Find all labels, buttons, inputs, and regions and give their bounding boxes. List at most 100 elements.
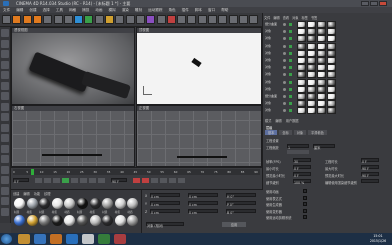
- material-tag-thumbnail[interactable]: [327, 42, 336, 50]
- left-tool-icon[interactable]: [1, 144, 9, 153]
- material-tag-thumbnail[interactable]: [327, 85, 336, 93]
- material-tag-thumbnail[interactable]: [297, 21, 306, 28]
- toolbar-tool-icon[interactable]: [177, 15, 187, 24]
- material-tag-thumbnail[interactable]: [317, 49, 326, 57]
- material-tag-thumbnail[interactable]: [307, 49, 316, 57]
- attr-field[interactable]: 100 %: [293, 179, 311, 185]
- check-icon[interactable]: [289, 95, 292, 98]
- attr-field[interactable]: 0 F: [361, 158, 379, 164]
- toolbar-tool-icon[interactable]: [249, 15, 259, 24]
- coord-field[interactable]: P 0°: [226, 201, 256, 207]
- material-ball[interactable]: [127, 198, 139, 209]
- visibility-dots[interactable]: [283, 59, 286, 62]
- material-tag-thumbnail[interactable]: [317, 42, 326, 50]
- checkbox[interactable]: [303, 202, 307, 206]
- check-icon[interactable]: [289, 37, 292, 41]
- material-tag-thumbnail[interactable]: [317, 107, 326, 115]
- material-tag-thumbnail[interactable]: [327, 21, 336, 28]
- material-ball[interactable]: [77, 198, 88, 209]
- left-tool-icon[interactable]: [1, 102, 9, 111]
- material-tag-thumbnail[interactable]: [297, 42, 306, 50]
- timeline-ruler[interactable]: 0 5 10 15 20 25 30 35 40 45 50 55 60 65 70 75 80 85 90: [13, 169, 260, 175]
- material-tag-thumbnail[interactable]: [297, 57, 306, 64]
- coord-field[interactable]: 0 cm: [188, 193, 218, 199]
- attribute-subtab[interactable]: 基本: [265, 130, 278, 135]
- key-button[interactable]: [160, 178, 167, 183]
- material-ball[interactable]: [39, 198, 51, 209]
- playback-button[interactable]: [98, 178, 105, 183]
- material-tag-thumbnail[interactable]: [327, 28, 336, 36]
- attr-field[interactable]: [361, 179, 379, 183]
- material-tag-thumbnail[interactable]: [297, 93, 306, 100]
- attr-field[interactable]: 0 F: [293, 172, 311, 178]
- apply-button[interactable]: 应用: [222, 222, 246, 227]
- key-button[interactable]: [142, 178, 149, 183]
- toolbar-tool-icon[interactable]: [32, 15, 42, 24]
- material-tag-thumbnail[interactable]: [307, 28, 316, 36]
- left-tool-icon[interactable]: [1, 29, 9, 37]
- material-tab[interactable]: 纹理: [44, 192, 50, 196]
- minimize-button[interactable]: [361, 1, 369, 6]
- scale-button[interactable]: [287, 150, 309, 154]
- material-tag-thumbnail[interactable]: [297, 28, 306, 36]
- current-frame-field[interactable]: 0 F: [13, 178, 29, 184]
- coord-mode-select[interactable]: 对象 (相对): [146, 222, 184, 228]
- check-icon[interactable]: [289, 23, 292, 26]
- object-manager-tab[interactable]: 编辑: [273, 16, 279, 20]
- left-tool-icon[interactable]: [1, 207, 9, 216]
- object-manager-tab[interactable]: 文件: [264, 16, 270, 20]
- visibility-dots[interactable]: [283, 95, 286, 98]
- material-tag-thumbnail[interactable]: [297, 78, 306, 86]
- material-ball[interactable]: [14, 198, 25, 209]
- material-tag-thumbnail[interactable]: [327, 100, 336, 108]
- left-tool-icon[interactable]: [1, 123, 9, 132]
- toolbar-tool-icon[interactable]: [187, 15, 197, 24]
- viewport-right[interactable]: 右视图: [11, 105, 135, 167]
- left-tool-icon[interactable]: [1, 71, 9, 79]
- viewport-front[interactable]: 正视图: [136, 105, 262, 167]
- check-icon[interactable]: [289, 109, 292, 113]
- material-tag-thumbnail[interactable]: [297, 107, 306, 115]
- viewport-top[interactable]: 顶视图: [136, 27, 262, 105]
- playback-button[interactable]: [89, 178, 96, 183]
- coord-field[interactable]: 0 cm: [150, 209, 180, 215]
- material-tag-thumbnail[interactable]: [327, 49, 336, 57]
- toolbar-tool-icon[interactable]: [22, 15, 32, 24]
- toolbar-tool-icon[interactable]: [238, 15, 248, 24]
- visibility-dots[interactable]: [283, 44, 286, 48]
- key-button[interactable]: [169, 178, 176, 183]
- taskbar-app-icon[interactable]: [18, 234, 30, 244]
- key-button[interactable]: [151, 178, 158, 183]
- toolbar-tool-icon[interactable]: [156, 15, 166, 24]
- material-tag-thumbnail[interactable]: [307, 100, 316, 108]
- playback-button[interactable]: [35, 178, 42, 183]
- material-tag-thumbnail[interactable]: [317, 21, 326, 28]
- material-ball[interactable]: [51, 198, 63, 209]
- material-ball[interactable]: [114, 198, 126, 209]
- attribute-subtab[interactable]: 坐标: [279, 130, 292, 135]
- playback-button[interactable]: [53, 178, 60, 183]
- material-tag-thumbnail[interactable]: [327, 93, 336, 100]
- toolbar-tool-icon[interactable]: [208, 15, 217, 24]
- left-tool-icon[interactable]: [1, 155, 9, 163]
- toolbar-tool-icon[interactable]: [115, 15, 125, 24]
- viewport-perspective[interactable]: 透视视图: [11, 27, 135, 105]
- material-tag-thumbnail[interactable]: [327, 107, 336, 115]
- material-tag-thumbnail[interactable]: [307, 78, 316, 86]
- visibility-dots[interactable]: [283, 23, 286, 26]
- system-clock[interactable]: 15:01 2015/1/26: [365, 234, 391, 244]
- material-tag-thumbnail[interactable]: [317, 85, 326, 93]
- scale-field[interactable]: 1: [287, 144, 309, 150]
- check-icon[interactable]: [289, 73, 292, 77]
- toolbar-tool-icon[interactable]: [2, 15, 11, 24]
- coord-field[interactable]: 0 cm: [150, 201, 180, 207]
- material-ball[interactable]: [102, 215, 114, 226]
- taskbar-app-icon[interactable]: [34, 234, 46, 244]
- material-tag-thumbnail[interactable]: [317, 100, 326, 108]
- coord-field[interactable]: 0 cm: [150, 193, 180, 199]
- material-tag-thumbnail[interactable]: [317, 71, 326, 79]
- material-ball[interactable]: [77, 215, 88, 226]
- material-tag-thumbnail[interactable]: [327, 35, 336, 43]
- material-tag-thumbnail[interactable]: [307, 93, 316, 100]
- check-icon[interactable]: [289, 66, 292, 70]
